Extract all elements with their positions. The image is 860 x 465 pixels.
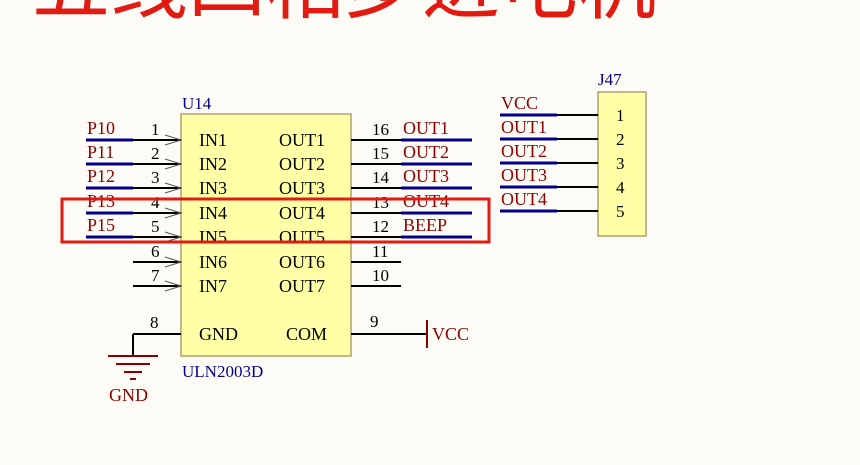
pin-number: 13 — [372, 193, 389, 212]
pin-number: 5 — [616, 202, 625, 221]
pin-name: IN3 — [199, 178, 227, 198]
net-label: OUT2 — [403, 142, 449, 162]
pin-name: IN1 — [199, 130, 227, 150]
vcc-power-symbol: VCC — [426, 320, 469, 348]
net-label: OUT2 — [501, 141, 547, 161]
page-title: 五线四相步进电机 — [32, 0, 656, 31]
gnd-label: GND — [109, 385, 148, 405]
net-label: OUT3 — [501, 165, 547, 185]
pin-name-com: COM — [286, 324, 327, 344]
pin-number: 1 — [151, 120, 160, 139]
net-label: P13 — [87, 191, 115, 211]
pin-number: 3 — [616, 154, 625, 173]
pin-number: 10 — [372, 266, 389, 285]
pin-name: OUT4 — [279, 203, 325, 223]
net-label: VCC — [501, 93, 538, 113]
pin-number: 11 — [372, 242, 388, 261]
pin-number: 4 — [616, 178, 625, 197]
pin-number-8: 8 — [150, 313, 159, 332]
pin-number: 1 — [616, 106, 625, 125]
pin-number: 16 — [372, 120, 389, 139]
net-label: OUT4 — [403, 191, 449, 211]
pin-name: IN5 — [199, 227, 227, 247]
pin-name: OUT7 — [279, 276, 325, 296]
pin-name: OUT2 — [279, 154, 325, 174]
pin-name: IN6 — [199, 252, 227, 272]
j47-designator: J47 — [598, 70, 622, 89]
pin-name: IN7 — [199, 276, 227, 296]
net-label: P15 — [87, 215, 115, 235]
net-label: OUT1 — [501, 117, 547, 137]
net-label: OUT3 — [403, 166, 449, 186]
pin-number: 15 — [372, 144, 389, 163]
pin-number: 7 — [151, 266, 160, 285]
pin-name: OUT3 — [279, 178, 325, 198]
pin-number: 12 — [372, 217, 389, 236]
u14-designator: U14 — [182, 94, 212, 113]
pin-number: 5 — [151, 217, 160, 236]
pin-name-gnd: GND — [199, 324, 238, 344]
pin-name: IN4 — [199, 203, 227, 223]
pin-number: 6 — [151, 242, 160, 261]
pin-number: 3 — [151, 168, 160, 187]
pin-name: OUT5 — [279, 227, 325, 247]
schematic-canvas: 五线四相步进电机 U14 ULN2003D 1 IN1 P10 2 IN2 P11 3 IN3… — [0, 0, 860, 465]
pin-number: 4 — [151, 193, 160, 212]
pin-number: 2 — [616, 130, 625, 149]
net-label: OUT1 — [403, 118, 449, 138]
net-label: P10 — [87, 118, 115, 138]
u14-part-number: ULN2003D — [182, 362, 263, 381]
pin-number: 2 — [151, 144, 160, 163]
pin-number-9: 9 — [370, 312, 379, 331]
net-label: P11 — [87, 142, 114, 162]
pin-name: OUT1 — [279, 130, 325, 150]
net-label: OUT4 — [501, 189, 547, 209]
vcc-label: VCC — [432, 324, 469, 344]
pin-number: 14 — [372, 168, 390, 187]
pin-name: IN2 — [199, 154, 227, 174]
net-label: BEEP — [403, 215, 447, 235]
net-label: P12 — [87, 166, 115, 186]
pin-name: OUT6 — [279, 252, 325, 272]
